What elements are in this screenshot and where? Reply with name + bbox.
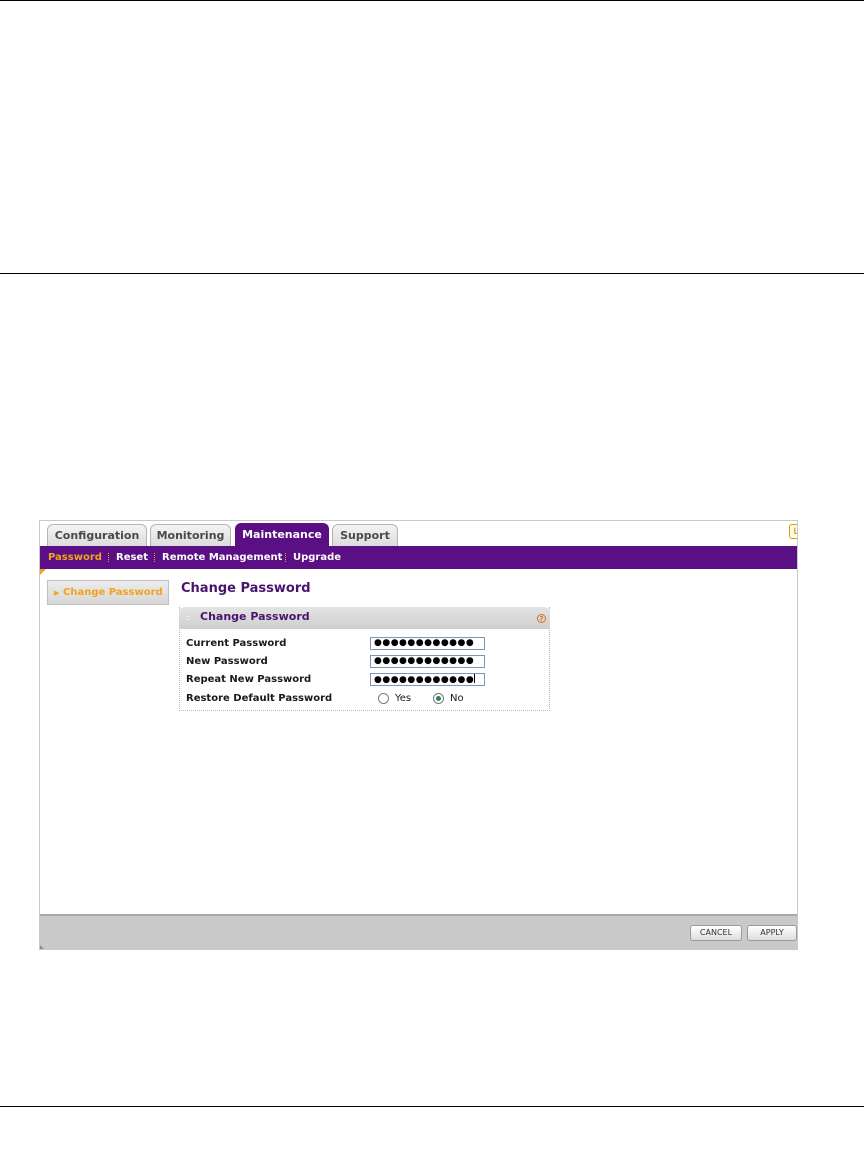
logout-button[interactable]: L	[789, 524, 797, 539]
new-password-label: New Password	[186, 656, 268, 667]
header-rule	[0, 273, 864, 274]
sidebar-item-label: Change Password	[63, 587, 163, 598]
restore-no-radio[interactable]	[433, 693, 444, 704]
restore-default-label: Restore Default Password	[186, 693, 333, 704]
repeat-password-value: ●●●●●●●●●●●●	[374, 675, 475, 685]
subnav-separator	[285, 553, 287, 562]
subnav-password[interactable]: Password	[48, 546, 102, 569]
tab-support[interactable]: Support	[332, 524, 398, 546]
subnav-remote-management[interactable]: Remote Management	[162, 546, 282, 569]
subnav-separator	[108, 553, 110, 562]
grip-icon: ::	[186, 613, 191, 622]
apply-button[interactable]: APPLY	[747, 925, 797, 941]
resize-grip-icon[interactable]	[40, 945, 46, 949]
panel-header: :: Change Password ?	[179, 607, 550, 629]
text-cursor	[474, 674, 476, 683]
panel-title: Change Password	[200, 610, 310, 623]
subnav-reset[interactable]: Reset	[116, 546, 148, 569]
restore-yes-radio[interactable]	[378, 693, 389, 704]
repeat-password-field[interactable]: ●●●●●●●●●●●●	[370, 673, 485, 686]
radio-selected-dot	[436, 696, 441, 701]
arrow-right-icon: ▶	[54, 589, 60, 597]
sidebar-item-change-password[interactable]: ▶ Change Password	[47, 580, 169, 605]
action-bar: CANCEL APPLY	[40, 914, 797, 949]
current-password-field[interactable]: ●●●●●●●●●●●●	[370, 637, 485, 650]
sub-navigation: Password Reset Remote Management Upgrade	[40, 546, 797, 569]
main-tab-bar: Configuration Monitoring Maintenance Sup…	[40, 521, 797, 546]
cancel-button[interactable]: CANCEL	[690, 925, 742, 941]
restore-no-label: No	[450, 693, 464, 704]
help-icon[interactable]: ?	[537, 614, 546, 623]
tab-configuration[interactable]: Configuration	[47, 524, 147, 546]
active-indicator-icon	[40, 569, 46, 575]
top-rule	[0, 0, 864, 1]
router-admin-screenshot: Configuration Monitoring Maintenance Sup…	[39, 520, 798, 950]
tab-monitoring[interactable]: Monitoring	[150, 524, 231, 546]
repeat-password-label: Repeat New Password	[186, 674, 312, 685]
current-password-label: Current Password	[186, 638, 287, 649]
footer-rule	[0, 1106, 864, 1107]
subnav-upgrade[interactable]: Upgrade	[293, 546, 341, 569]
tab-maintenance[interactable]: Maintenance	[235, 523, 329, 546]
change-password-panel: :: Change Password ? Current Password ●●…	[179, 607, 550, 711]
page-title: Change Password	[181, 581, 311, 596]
restore-yes-label: Yes	[395, 693, 412, 704]
subnav-separator	[154, 553, 156, 562]
new-password-field[interactable]: ●●●●●●●●●●●●	[370, 655, 485, 668]
